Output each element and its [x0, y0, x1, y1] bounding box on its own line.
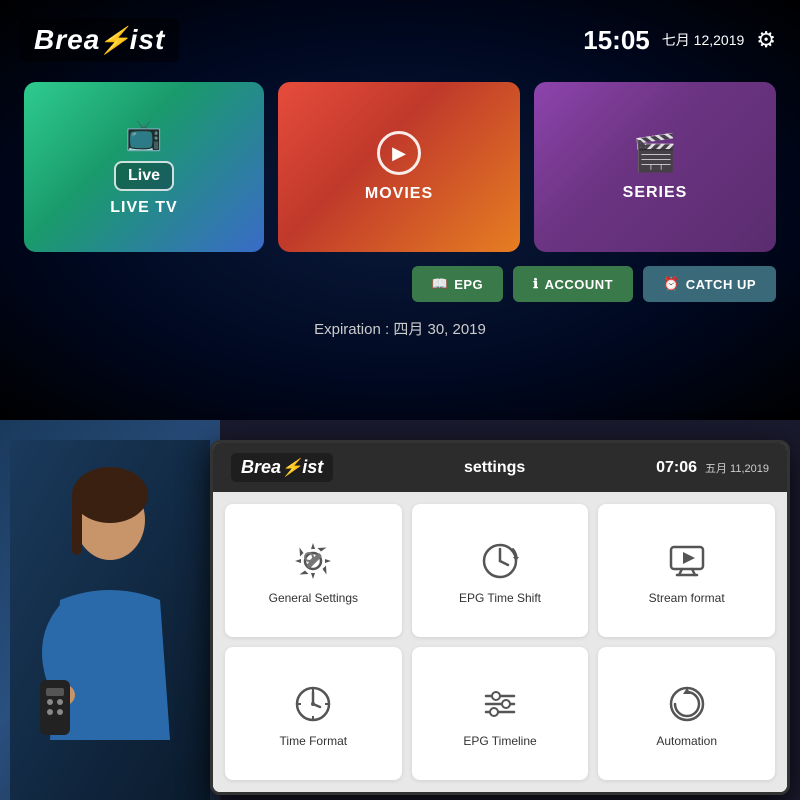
series-label: SERIES: [623, 184, 688, 202]
card-movies[interactable]: ▶ MOVIES: [278, 82, 520, 252]
account-button[interactable]: ℹ ACCOUNT: [513, 266, 633, 302]
time-format-label: Time Format: [280, 734, 348, 748]
settings-date: 五月 11,2019: [705, 460, 769, 476]
epg-button[interactable]: 📖 EPG: [412, 266, 504, 302]
settings-header: Brea⚡ist settings 07:06 五月 11,2019: [213, 443, 787, 492]
settings-card-general[interactable]: General Settings: [225, 504, 402, 637]
epg-time-shift-label: EPG Time Shift: [459, 591, 541, 605]
stream-format-label: Stream format: [649, 591, 725, 605]
stream-format-icon: [665, 539, 709, 583]
epg-label: EPG: [454, 277, 483, 292]
account-icon: ℹ: [533, 276, 538, 292]
card-live-tv[interactable]: 📺 Live LIVE TV: [24, 82, 264, 252]
header-right: 15:05 七月 12,2019 ⚙: [583, 25, 776, 56]
catch-up-label: CATCH UP: [686, 277, 756, 292]
logo-bolt-top: ⚡: [98, 25, 131, 55]
epg-icon: 📖: [432, 276, 449, 292]
general-settings-icon: [291, 539, 335, 583]
time-format-icon: [291, 682, 335, 726]
bottom-section: Brea⚡ist settings 07:06 五月 11,2019: [0, 420, 800, 800]
action-button-row: 📖 EPG ℹ ACCOUNT ⏰ CATCH UP: [0, 262, 800, 302]
automation-label: Automation: [656, 734, 717, 748]
catch-up-button[interactable]: ⏰ CATCH UP: [643, 266, 776, 302]
person-background: [0, 420, 220, 800]
movies-label: MOVIES: [365, 185, 433, 203]
clock-top: 15:05: [583, 25, 650, 56]
automation-icon: [665, 682, 709, 726]
settings-card-epg-time-shift[interactable]: EPG Time Shift: [412, 504, 589, 637]
live-badge: Live: [114, 161, 174, 191]
settings-time-area: 07:06 五月 11,2019: [656, 459, 769, 477]
tv-screen: Brea⚡ist settings 07:06 五月 11,2019: [213, 443, 787, 792]
live-tv-icon: 📺: [125, 118, 162, 153]
settings-clock: 07:06: [656, 459, 697, 477]
settings-card-epg-timeline[interactable]: EPG Timeline: [412, 647, 589, 780]
top-header: Brea⚡ist 15:05 七月 12,2019 ⚙: [0, 0, 800, 72]
main-cards: 📺 Live LIVE TV ▶ MOVIES 🎬 SERIES: [0, 72, 800, 262]
movies-play-icon: ▶: [377, 131, 421, 175]
expiration-text: Expiration : 四月 30, 2019: [0, 318, 800, 339]
epg-timeline-icon: [478, 682, 522, 726]
settings-card-time-format[interactable]: Time Format: [225, 647, 402, 780]
logo-settings: Brea⚡ist: [231, 453, 333, 482]
logo-text-top: Brea⚡ist: [34, 24, 165, 56]
logo-top: Brea⚡ist: [20, 18, 179, 62]
epg-time-shift-icon: [478, 539, 522, 583]
settings-grid: General Settings EPG Time Shift: [213, 492, 787, 792]
catch-up-icon: ⏰: [663, 276, 680, 292]
epg-timeline-label: EPG Timeline: [463, 734, 536, 748]
gear-icon[interactable]: ⚙: [756, 27, 776, 53]
live-tv-label: LIVE TV: [110, 199, 177, 217]
settings-card-automation[interactable]: Automation: [598, 647, 775, 780]
person-silhouette: [10, 440, 210, 800]
tv-frame: Brea⚡ist settings 07:06 五月 11,2019: [210, 440, 790, 795]
series-film-icon: 🎬: [633, 132, 678, 174]
settings-card-stream-format[interactable]: Stream format: [598, 504, 775, 637]
logo-settings-text: Brea⚡ist: [241, 457, 323, 478]
general-settings-label: General Settings: [269, 591, 358, 605]
date-top: 七月 12,2019: [662, 30, 745, 50]
account-label: ACCOUNT: [545, 277, 614, 292]
top-section: Brea⚡ist 15:05 七月 12,2019 ⚙ 📺 Live LIVE …: [0, 0, 800, 420]
card-series[interactable]: 🎬 SERIES: [534, 82, 776, 252]
settings-title: settings: [464, 459, 525, 477]
logo-bolt-settings: ⚡: [281, 458, 302, 477]
